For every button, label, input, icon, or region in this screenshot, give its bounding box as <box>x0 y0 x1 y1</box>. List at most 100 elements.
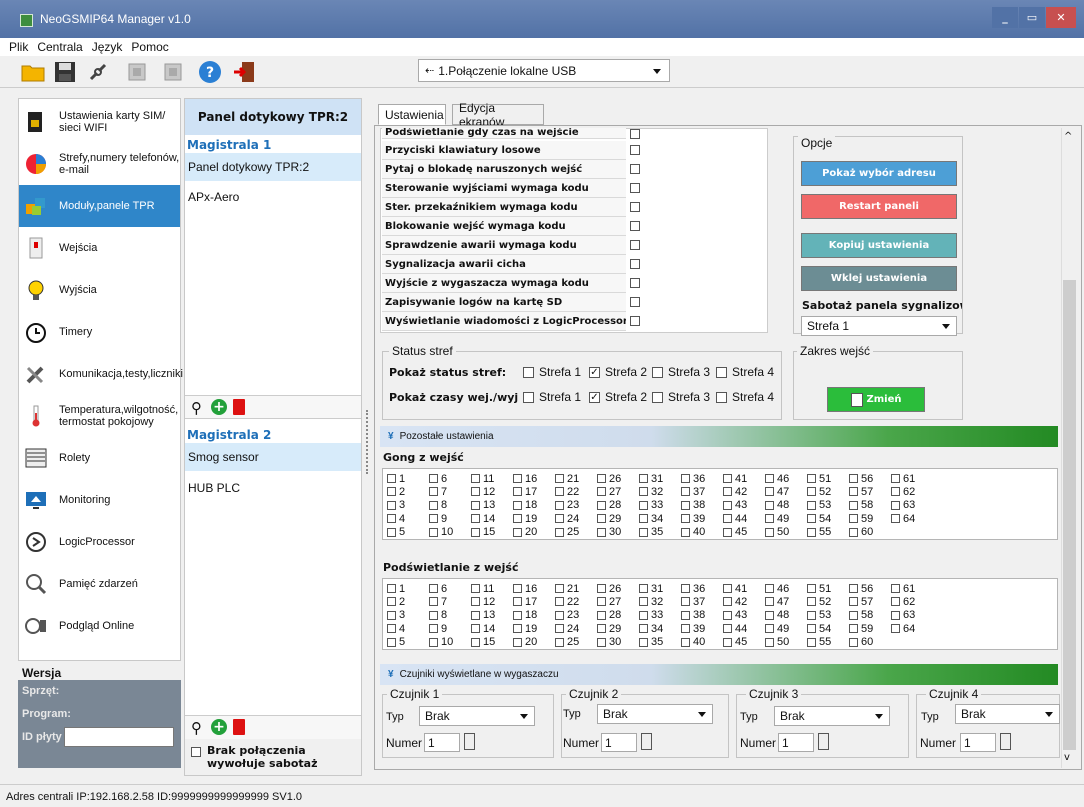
input-checkbox-25[interactable]: 25 <box>555 636 579 649</box>
checkbox[interactable] <box>807 527 816 537</box>
checkbox[interactable] <box>597 624 606 634</box>
checkbox[interactable] <box>555 597 564 607</box>
input-checkbox-59[interactable]: 59 <box>849 622 873 635</box>
sensor-type-select[interactable]: Brak <box>419 706 535 726</box>
sensor-number-field[interactable]: 1 <box>601 733 637 752</box>
checkbox[interactable] <box>723 487 732 497</box>
add-icon[interactable]: + <box>211 399 227 415</box>
checkbox[interactable] <box>765 597 774 607</box>
input-checkbox-31[interactable]: 31 <box>639 472 663 485</box>
checkbox[interactable] <box>429 487 438 497</box>
sidebar-item-modules[interactable]: Moduły,panele TPR <box>19 185 180 227</box>
input-checkbox-64[interactable]: 64 <box>891 622 915 635</box>
menu-pomoc[interactable]: Pomoc <box>131 40 168 54</box>
checkbox[interactable] <box>429 610 438 620</box>
checkbox[interactable] <box>555 610 564 620</box>
chevron-down-icon[interactable]: v <box>1064 752 1070 763</box>
input-checkbox-8[interactable]: 8 <box>429 609 447 622</box>
sidebar-item-outputs[interactable]: Wyjścia <box>19 269 180 311</box>
input-checkbox-31[interactable]: 31 <box>639 582 663 595</box>
checkbox[interactable] <box>891 474 900 483</box>
checkbox[interactable] <box>513 624 522 634</box>
checkbox[interactable] <box>639 637 648 647</box>
input-checkbox-5[interactable]: 5 <box>387 636 405 649</box>
input-checkbox-18[interactable]: 18 <box>513 499 537 512</box>
checkbox[interactable] <box>387 474 396 483</box>
input-checkbox-45[interactable]: 45 <box>723 526 747 539</box>
input-checkbox-28[interactable]: 28 <box>597 609 621 622</box>
input-checkbox-47[interactable]: 47 <box>765 595 789 608</box>
exit-icon[interactable] <box>232 59 258 85</box>
checkbox[interactable] <box>807 500 816 510</box>
checkbox[interactable] <box>387 624 396 634</box>
checkbox[interactable] <box>513 487 522 497</box>
input-checkbox-27[interactable]: 27 <box>597 595 621 608</box>
input-checkbox-42[interactable]: 42 <box>723 595 747 608</box>
input-checkbox-36[interactable]: 36 <box>681 582 705 595</box>
list-item[interactable]: HUB PLC <box>188 481 240 495</box>
scrollbar-thumb[interactable] <box>1063 280 1076 750</box>
checkbox[interactable] <box>681 527 690 537</box>
checkbox[interactable] <box>891 597 900 607</box>
input-checkbox-49[interactable]: 49 <box>765 512 789 525</box>
input-checkbox-53[interactable]: 53 <box>807 499 831 512</box>
input-checkbox-58[interactable]: 58 <box>849 609 873 622</box>
input-checkbox-49[interactable]: 49 <box>765 622 789 635</box>
checkbox[interactable] <box>723 527 732 537</box>
sidebar-item-event-memory[interactable]: Pamięć zdarzeń <box>19 563 180 605</box>
checkbox[interactable] <box>429 527 438 537</box>
input-checkbox-48[interactable]: 48 <box>765 499 789 512</box>
checkbox[interactable] <box>723 514 732 524</box>
checkbox[interactable] <box>471 584 480 593</box>
show-address-button[interactable]: Pokaż wybór adresu <box>801 161 957 186</box>
checkbox[interactable] <box>429 584 438 593</box>
input-checkbox-3[interactable]: 3 <box>387 499 405 512</box>
input-checkbox-53[interactable]: 53 <box>807 609 831 622</box>
checkbox[interactable] <box>639 597 648 607</box>
input-checkbox-33[interactable]: 33 <box>639 499 663 512</box>
input-checkbox-23[interactable]: 23 <box>555 609 579 622</box>
input-checkbox-54[interactable]: 54 <box>807 512 831 525</box>
input-checkbox-37[interactable]: 37 <box>681 595 705 608</box>
connection-select[interactable]: ⇠ 1.Połączenie lokalne USB <box>418 59 670 82</box>
input-checkbox-20[interactable]: 20 <box>513 526 537 539</box>
checkbox[interactable] <box>387 500 396 510</box>
checkbox[interactable] <box>807 610 816 620</box>
input-checkbox-43[interactable]: 43 <box>723 499 747 512</box>
input-checkbox-5[interactable]: 5 <box>387 526 405 539</box>
checkbox[interactable] <box>681 487 690 497</box>
input-checkbox-26[interactable]: 26 <box>597 582 621 595</box>
checkbox[interactable] <box>597 500 606 510</box>
no-connection-sabotage-checkbox[interactable] <box>191 747 201 757</box>
checkbox[interactable] <box>555 474 564 483</box>
input-checkbox-8[interactable]: 8 <box>429 499 447 512</box>
sensor-type-select[interactable]: Brak <box>597 704 713 724</box>
checkbox[interactable] <box>681 637 690 647</box>
checkbox[interactable] <box>681 610 690 620</box>
input-checkbox-1[interactable]: 1 <box>387 472 405 485</box>
zone-times-checkbox-2[interactable]: ✓ <box>589 392 600 403</box>
input-checkbox-54[interactable]: 54 <box>807 622 831 635</box>
input-checkbox-9[interactable]: 9 <box>429 622 447 635</box>
checkbox[interactable] <box>891 487 900 497</box>
input-checkbox-17[interactable]: 17 <box>513 485 537 498</box>
checkbox[interactable] <box>513 584 522 593</box>
checkbox[interactable] <box>639 527 648 537</box>
checkbox[interactable] <box>639 610 648 620</box>
chevron-up-icon[interactable]: ^ <box>1064 131 1072 142</box>
checkbox[interactable] <box>597 597 606 607</box>
input-checkbox-14[interactable]: 14 <box>471 512 495 525</box>
checkbox[interactable] <box>723 637 732 647</box>
checkbox[interactable] <box>513 514 522 524</box>
checkbox[interactable] <box>639 514 648 524</box>
input-checkbox-16[interactable]: 16 <box>513 472 537 485</box>
input-checkbox-30[interactable]: 30 <box>597 526 621 539</box>
input-checkbox-46[interactable]: 46 <box>765 582 789 595</box>
input-checkbox-41[interactable]: 41 <box>723 582 747 595</box>
input-checkbox-55[interactable]: 55 <box>807 526 831 539</box>
checkbox[interactable] <box>387 584 396 593</box>
input-checkbox-6[interactable]: 6 <box>429 472 447 485</box>
checkbox[interactable] <box>849 514 858 524</box>
sidebar-item-monitoring[interactable]: Monitoring <box>19 479 180 521</box>
checkbox[interactable] <box>681 597 690 607</box>
